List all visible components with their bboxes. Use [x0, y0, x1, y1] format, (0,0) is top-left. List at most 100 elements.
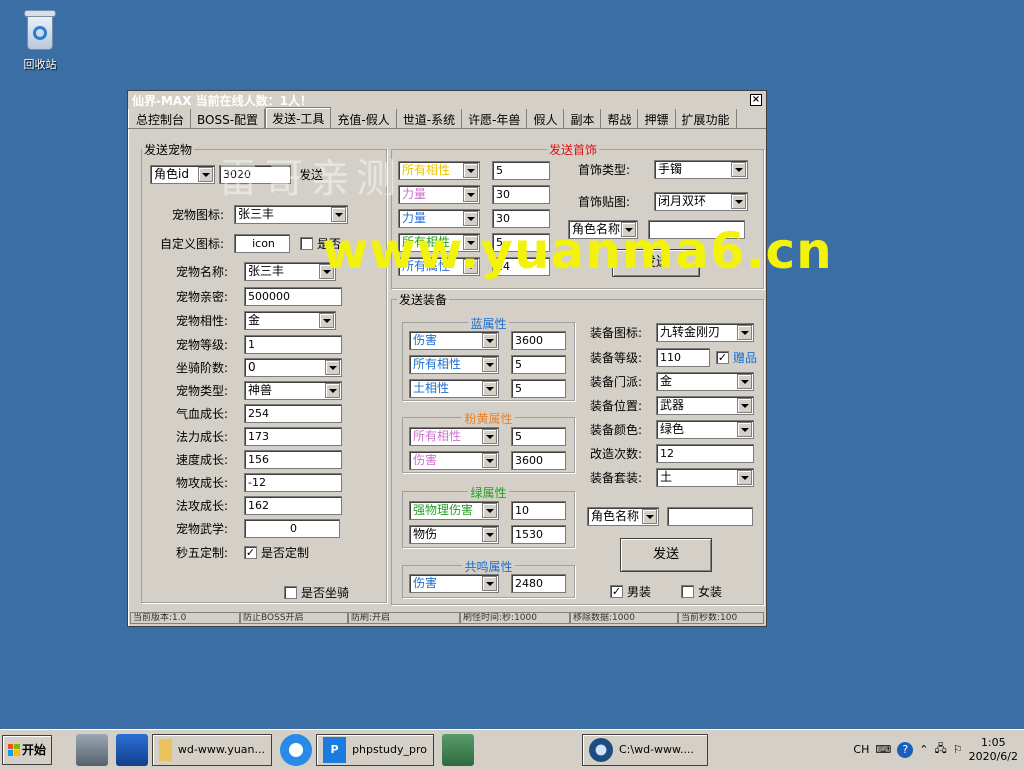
mag-growth-input[interactable]: 162 — [244, 496, 342, 515]
equip-role-select[interactable]: 角色名称 — [587, 507, 659, 526]
blue-caption: 蓝属性 — [468, 317, 509, 331]
pink-attr-value[interactable]: 3600 — [511, 451, 566, 470]
pet-id-select[interactable]: 角色id — [150, 165, 215, 184]
keyboard-icon[interactable]: ⌨ — [875, 743, 891, 756]
chevron-down-icon — [737, 374, 752, 389]
mp-growth-input[interactable]: 173 — [244, 427, 342, 446]
blue-attr-value[interactable]: 3600 — [511, 331, 566, 350]
equip-color-select[interactable]: 绿色 — [656, 420, 754, 439]
female-checkbox[interactable] — [681, 585, 695, 598]
tab-escort[interactable]: 押镖 — [638, 109, 676, 128]
blue-attr-value[interactable]: 5 — [511, 355, 566, 374]
window-titlebar[interactable]: 仙界-MAX 当前在线人数：1人！ × — [128, 91, 766, 109]
tab-fake[interactable]: 假人 — [527, 109, 565, 128]
pet-intimacy-input[interactable]: 500000 — [244, 287, 342, 306]
powershell-icon[interactable] — [116, 733, 148, 766]
equip-mod-input[interactable]: 12 — [656, 444, 754, 463]
pink-caption: 粉黄属性 — [462, 412, 515, 426]
taskbar-explorer[interactable]: wd-www.yuan... — [152, 733, 272, 766]
equip-slot-select[interactable]: 武器 — [656, 396, 754, 415]
chevron-down-icon — [731, 194, 746, 209]
blue-attr-select[interactable]: 土相性 — [409, 379, 499, 398]
tab-bar: 总控制台 BOSS-配置 发送-工具 充值-假人 世道-系统 许愿-年兽 假人 … — [128, 107, 766, 129]
tab-recharge[interactable]: 充值-假人 — [331, 109, 397, 128]
blue-attr-value[interactable]: 5 — [511, 379, 566, 398]
tab-dungeon[interactable]: 副本 — [564, 109, 602, 128]
lang-indicator[interactable]: CH — [853, 743, 869, 756]
green-attr-select[interactable]: 物伤 — [409, 525, 499, 544]
equip-field-label: 装备门派: — [590, 375, 643, 389]
equip-icon-select[interactable]: 九转金刚刃 — [656, 323, 754, 342]
tab-boss[interactable]: BOSS-配置 — [191, 109, 266, 128]
pet-field-label: 坐骑阶数: — [176, 361, 229, 375]
jewelry-attr-value[interactable]: 30 — [492, 185, 550, 204]
taskbar-cmd[interactable]: C:\wd-www.... — [582, 733, 708, 766]
chevron-down-icon — [737, 422, 752, 437]
help-icon[interactable]: ? — [897, 741, 914, 758]
pet-legend: 发送宠物 — [144, 143, 193, 157]
chevron-down-icon — [482, 357, 497, 372]
jewelry-attr-select[interactable]: 所有相性 — [398, 161, 480, 180]
tab-guild-war[interactable]: 帮战 — [601, 109, 639, 128]
flag-icon[interactable]: ⚐ — [953, 743, 963, 756]
jewelry-type-select[interactable]: 手镯 — [654, 160, 748, 179]
pet-field-label: 宠物武学: — [176, 522, 229, 536]
custom-icon-checkbox[interactable] — [300, 237, 313, 250]
green-attr-value[interactable]: 10 — [511, 501, 566, 520]
gift-checkbox[interactable]: ✓ — [716, 351, 729, 364]
pink-attr-select[interactable]: 所有相性 — [409, 427, 499, 446]
chevron-down-icon — [482, 527, 497, 542]
male-checkbox[interactable]: ✓ — [610, 585, 623, 598]
close-icon[interactable]: × — [750, 94, 762, 106]
tab-extend[interactable]: 扩展功能 — [676, 109, 737, 128]
recycle-bin-icon[interactable]: 回收站 — [14, 8, 66, 72]
pink-attr-value[interactable]: 5 — [511, 427, 566, 446]
tab-wish[interactable]: 许愿-年兽 — [462, 109, 528, 128]
pink-attr-select[interactable]: 伤害 — [409, 451, 499, 470]
pet-level-input[interactable]: 1 — [244, 335, 342, 354]
equip-level-input[interactable]: 110 — [656, 348, 710, 367]
equip-send-button[interactable]: 发送 — [620, 538, 712, 572]
tab-world[interactable]: 世道-系统 — [397, 109, 463, 128]
green-attr-select[interactable]: 强物理伤害 — [409, 501, 499, 520]
browser-icon[interactable] — [280, 733, 312, 766]
custom-icon-label: 自定义图标: — [160, 237, 225, 251]
pet-field-label: 法力成长: — [176, 430, 229, 444]
pet-skill-input[interactable]: 0 — [244, 519, 340, 538]
folder-icon — [159, 738, 172, 761]
equip-school-select[interactable]: 金 — [656, 372, 754, 391]
windows-flag-icon — [7, 743, 20, 756]
app-icon[interactable] — [442, 733, 474, 766]
equip-field-label: 装备图标: — [590, 326, 643, 340]
pet-type-select[interactable]: 神兽 — [244, 381, 342, 400]
taskbar-phpstudy[interactable]: P phpstudy_pro — [316, 733, 434, 766]
phys-growth-input[interactable]: -12 — [244, 473, 342, 492]
chevron-down-icon — [482, 503, 497, 518]
jewelry-tex-select[interactable]: 闭月双环 — [654, 192, 748, 211]
hp-growth-input[interactable]: 254 — [244, 404, 342, 423]
speed-growth-input[interactable]: 156 — [244, 450, 342, 469]
start-button[interactable]: 开始 — [2, 734, 52, 765]
equip-set-select[interactable]: 土 — [656, 468, 754, 487]
green-attr-value[interactable]: 1530 — [511, 525, 566, 544]
resonance-attr-value[interactable]: 2480 — [511, 574, 566, 593]
blue-attr-select[interactable]: 伤害 — [409, 331, 499, 350]
mount-tier-select[interactable]: 0 — [244, 358, 342, 377]
network-icon[interactable]: 🖧 — [934, 740, 946, 759]
clock[interactable]: 1:05 2020/6/2 — [969, 736, 1018, 764]
equip-role-input[interactable] — [667, 507, 753, 526]
resonance-attr-select[interactable]: 伤害 — [409, 574, 499, 593]
jewelry-legend: 发送首饰 — [549, 143, 598, 157]
expand-icon[interactable]: ⌃ — [919, 743, 928, 756]
miao-checkbox[interactable]: ✓ — [244, 546, 257, 559]
mount-checkbox[interactable] — [284, 586, 297, 599]
jewelry-attr-select[interactable]: 力量 — [398, 185, 480, 204]
pet-element-select[interactable]: 金 — [244, 311, 336, 330]
recycle-bin-label: 回收站 — [23, 58, 57, 71]
blue-attr-select[interactable]: 所有相性 — [409, 355, 499, 374]
server-manager-icon[interactable] — [76, 733, 108, 766]
tab-send-tools[interactable]: 发送-工具 — [265, 107, 332, 128]
tab-console[interactable]: 总控制台 — [130, 109, 192, 128]
custom-icon-input[interactable]: icon — [234, 234, 290, 253]
jewelry-attr-value[interactable]: 5 — [492, 161, 550, 180]
